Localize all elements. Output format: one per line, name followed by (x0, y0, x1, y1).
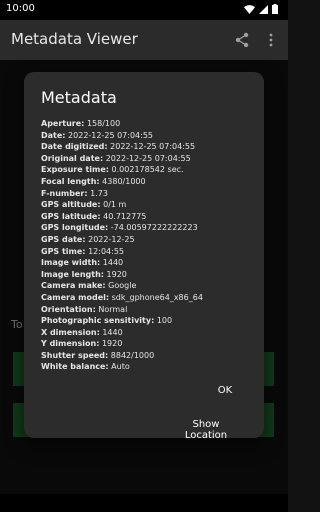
metadata-key: Exposure time: (41, 165, 109, 175)
metadata-key: Image width: (41, 258, 101, 268)
metadata-row: Camera make: Google (41, 280, 261, 292)
metadata-row: GPS date: 2022-12-25 (41, 234, 261, 246)
metadata-row: Date: 2022-12-25 07:04:55 (41, 130, 261, 142)
metadata-value: 100 (156, 316, 173, 326)
metadata-value: 4380/1000 (102, 176, 146, 186)
metadata-row: Orientation: Normal (41, 304, 261, 316)
metadata-value: 1.73 (90, 188, 108, 198)
metadata-value: Google (108, 281, 137, 291)
metadata-row: Aperture: 158/100 (41, 118, 261, 130)
show-location-button[interactable]: Show Location (170, 419, 242, 441)
metadata-row: GPS altitude: 0/1 m (41, 199, 261, 211)
metadata-key: GPS altitude: (41, 200, 101, 210)
metadata-key: GPS latitude: (41, 211, 101, 221)
metadata-key: GPS longitude: (41, 223, 109, 233)
metadata-dialog: Metadata Aperture: 158/100 Date: 2022-12-… (24, 72, 264, 441)
cellular-icon (259, 4, 268, 14)
metadata-key: F-number: (41, 188, 88, 198)
metadata-value: 1920 (106, 269, 127, 279)
metadata-key: Camera make: (41, 281, 106, 291)
metadata-key: Shutter speed: (41, 350, 109, 360)
status-icons (244, 4, 278, 14)
app-bar: Metadata Viewer (0, 20, 288, 60)
metadata-value: -74.00597222222223 (110, 223, 198, 233)
metadata-row: Focal length: 4380/1000 (41, 176, 261, 188)
metadata-row: Y dimension: 1920 (41, 338, 261, 350)
more-vert-icon[interactable] (266, 32, 276, 48)
metadata-key: Original date: (41, 153, 104, 163)
metadata-value: 1920 (101, 339, 123, 349)
metadata-value: 2022-12-25 (88, 234, 135, 244)
metadata-value: 0.002178542 sec. (111, 165, 184, 175)
metadata-key: GPS time: (41, 246, 86, 256)
navigation-bar (0, 494, 288, 512)
metadata-value: 40.712775 (103, 211, 147, 221)
metadata-row: Original date: 2022-12-25 07:04:55 (41, 153, 261, 165)
metadata-key: GPS date: (41, 234, 86, 244)
metadata-value: Normal (98, 304, 128, 314)
app-title: Metadata Viewer (11, 30, 138, 48)
metadata-row: GPS time: 12:04:55 (41, 246, 261, 258)
metadata-row: GPS longitude: -74.00597222222223 (41, 222, 261, 234)
metadata-value: sdk_gphone64_x86_64 (111, 292, 203, 302)
metadata-row: F-number: 1.73 (41, 188, 261, 200)
metadata-value: 158/100 (86, 119, 121, 128)
metadata-row: Camera model: sdk_gphone64_x86_64 (41, 292, 261, 304)
metadata-value: Auto (111, 362, 130, 372)
metadata-row: Exposure time: 0.002178542 sec. (41, 164, 261, 176)
metadata-list[interactable]: Aperture: 158/100 Date: 2022-12-25 07:04:… (41, 118, 261, 378)
share-icon[interactable] (234, 32, 250, 48)
metadata-key: Camera model: (41, 292, 110, 302)
metadata-key: X dimension: (41, 327, 100, 337)
metadata-key: White balance: (41, 362, 109, 372)
dialog-title: Metadata (41, 88, 117, 107)
metadata-value: 1440 (102, 327, 123, 337)
metadata-key: Image length: (41, 269, 104, 279)
metadata-key: Orientation: (41, 304, 96, 314)
metadata-row: Date digitized: 2022-12-25 07:04:55 (41, 141, 261, 153)
metadata-row: Shutter speed: 8842/1000 (41, 350, 261, 362)
metadata-key: Aperture: (41, 119, 85, 128)
metadata-row: Photographic sensitivity: 100 (41, 315, 261, 327)
status-time: 10:00 (6, 3, 35, 14)
wifi-icon (244, 4, 255, 14)
metadata-value: 2022-12-25 07:04:55 (110, 142, 196, 152)
metadata-value: 8842/1000 (110, 350, 155, 360)
status-bar: 10:00 (0, 0, 288, 20)
metadata-row: Image width: 1440 (41, 257, 261, 269)
metadata-value: 2022-12-25 07:04:55 (105, 153, 191, 163)
metadata-value: 12:04:55 (88, 246, 124, 256)
metadata-row: X dimension: 1440 (41, 327, 261, 339)
metadata-key: Photographic sensitivity: (41, 316, 155, 326)
metadata-row: White balance: Auto (41, 361, 261, 373)
metadata-key: Date: (41, 130, 66, 140)
metadata-key: Focal length: (41, 176, 100, 186)
metadata-row: GPS latitude: 40.712775 (41, 211, 261, 223)
battery-icon (272, 4, 278, 14)
metadata-value: 1440 (102, 258, 124, 268)
metadata-row: Image length: 1920 (41, 269, 261, 281)
ok-button[interactable]: OK (210, 385, 240, 405)
metadata-value: 0/1 m (103, 200, 127, 210)
metadata-key: Date digitized: (41, 142, 108, 152)
metadata-value: 2022-12-25 07:04:55 (68, 130, 154, 140)
metadata-key: Y dimension: (41, 339, 100, 349)
